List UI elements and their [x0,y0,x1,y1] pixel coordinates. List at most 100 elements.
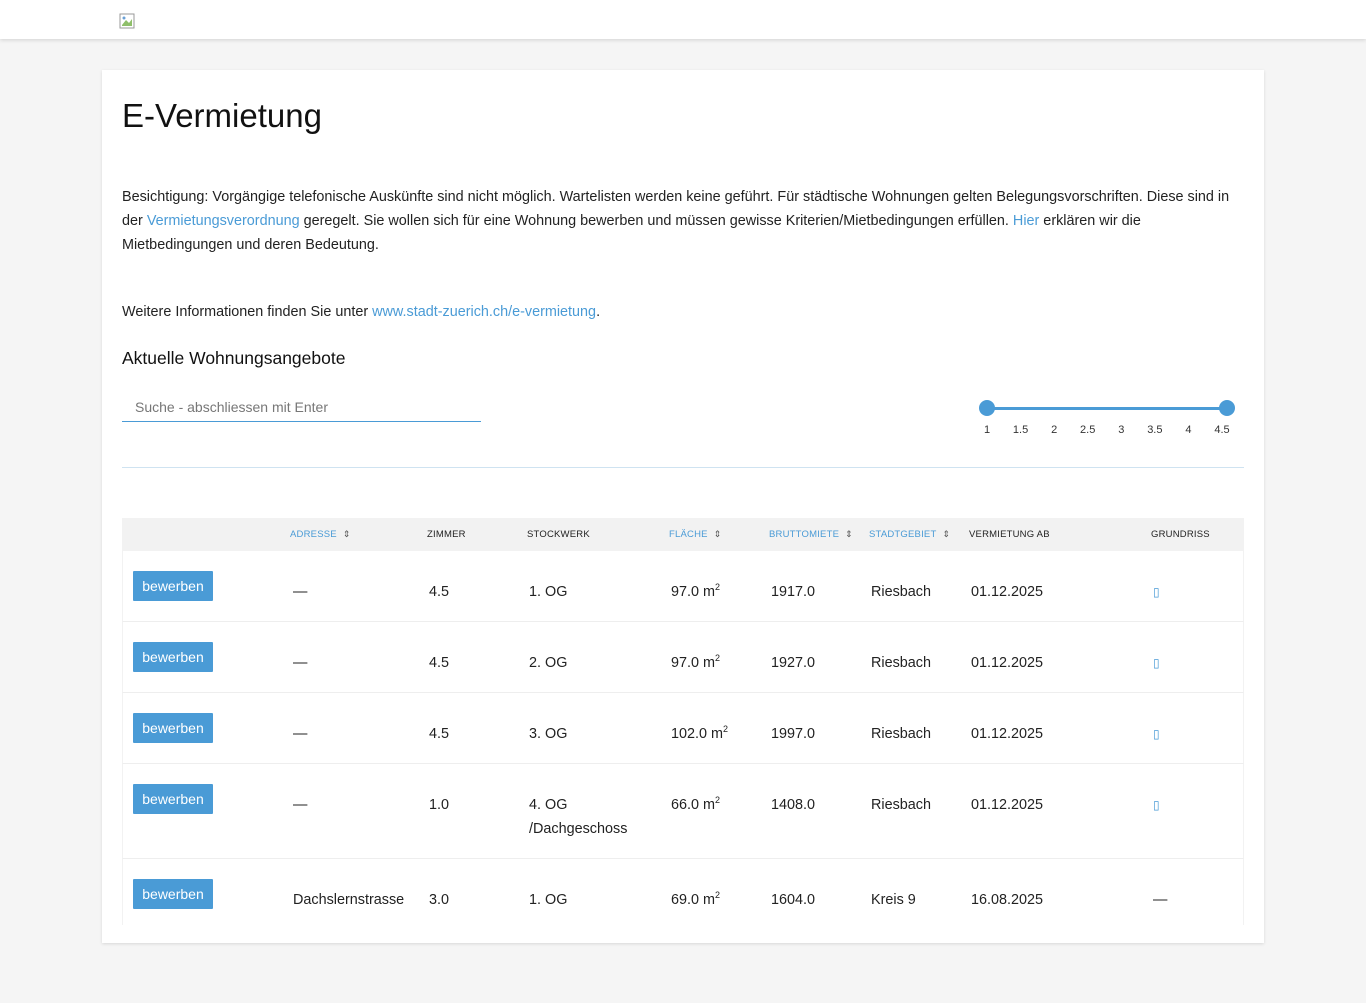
slider-tick-label: 2 [1051,424,1058,436]
cell-vermietung-ab: 16.08.2025 [971,892,1044,908]
header-label: Adresse [290,529,337,540]
e-vermietung-link[interactable]: www.stadt-zuerich.ch/e-vermietung [372,304,596,320]
column-header-vermietung-ab: Vermietung ab [969,529,1050,540]
area-unit: m [703,892,716,908]
bewerben-button[interactable]: bewerben [133,784,213,814]
cell-stockwerk: 1. OG [529,584,568,600]
floorplan-icon[interactable]: ▯ [1153,722,1160,746]
intro-part-2: geregelt. Sie wollen sich für eine Wohnu… [299,213,1013,229]
cell-flaeche: 97.0 m2 [671,580,720,604]
cell-zimmer: 4.5 [429,655,450,671]
cell-vermietung-ab: 01.12.2025 [971,655,1044,671]
slider-track[interactable] [987,407,1227,410]
table-row: bewerben — 4.5 3. OG 102.0 m2 1997.0 Riesbach 0… [122,693,1244,764]
cell-stockwerk: 3. OG [529,726,568,742]
area-unit-exponent: 2 [715,890,721,900]
rooms-range-slider[interactable]: 1 1.5 2 2.5 3 3.5 4 4.5 [979,400,1235,440]
header-label: Fläche [669,529,708,540]
table-row: bewerben — 4.5 1. OG 97.0 m2 1917.0 Riesbach 01… [122,551,1244,622]
slider-tick-label: 1 [983,424,991,436]
sort-icon[interactable]: ⇕ [942,529,950,539]
table-body: bewerben —4.5 1. OG 97.0 m2 1917.0 Riesbach 01… [122,551,1244,925]
cell-bruttomiete: 1997.0 [771,726,816,742]
cell-stadtgebiet: Riesbach [871,726,931,742]
slider-handle-max[interactable] [1219,400,1235,416]
cell-bruttomiete: 1917.0 [771,584,816,600]
cell-flaeche: 102.0 m2 [671,722,728,746]
search-input[interactable] [122,392,481,422]
cell-bruttomiete: 1927.0 [771,655,816,671]
cell-stadtgebiet: Riesbach [871,797,931,813]
cell-stadtgebiet: Kreis 9 [871,892,916,908]
cell-bruttomiete: 1604.0 [771,892,816,908]
vermietungsverordnung-link[interactable]: Vermietungsverordnung [147,213,300,229]
bewerben-button[interactable]: bewerben [133,642,213,672]
table-header: Adresse ⇕ Zimmer Stockwerk Fläche ⇕ Brutto… [122,518,1244,551]
column-header-grundriss: Grundriss [1151,529,1210,540]
column-header-flaeche[interactable]: Fläche ⇕ [669,529,721,540]
intro-text: Besichtigung: Vorgängige telefonische Au… [122,185,1237,257]
slider-tick-label: 1.5 [1012,424,1029,436]
cell-adresse: — [293,797,308,813]
sort-icon[interactable]: ⇕ [845,529,853,539]
cell-stadtgebiet: Riesbach [871,655,931,671]
more-info-suffix: . [596,304,601,320]
bewerben-button[interactable]: bewerben [133,879,213,909]
broken-image-icon[interactable] [119,13,135,29]
cell-stockwerk: 4. OG /Dachgeschoss [529,797,628,837]
column-header-bruttomiete[interactable]: Bruttomiete ⇕ [769,529,853,540]
page-title: E-Vermietung [122,97,322,134]
cell-adresse: — [293,726,308,742]
bewerben-button[interactable]: bewerben [133,713,213,743]
area-value: 97.0 [671,584,700,600]
column-header-stockwerk: Stockwerk [527,529,590,540]
table-row: bewerben — 1.0 4. OG /Dachgeschoss 66.0 m2 14… [122,764,1244,859]
cell-vermietung-ab: 01.12.2025 [971,584,1044,600]
cell-zimmer: 3.0 [429,892,450,908]
area-value: 66.0 [671,797,700,813]
cell-vermietung-ab: 01.12.2025 [971,797,1044,813]
cell-adresse: — [293,584,308,600]
floorplan-icon[interactable]: ▯ [1153,580,1160,604]
cell-flaeche: 69.0 m2 [671,888,720,912]
cell-flaeche: 66.0 m2 [671,793,720,817]
bewerben-button[interactable]: bewerben [133,571,213,601]
header-label: Stadtgebiet [869,529,937,540]
area-unit-exponent: 2 [715,582,721,592]
area-value: 69.0 [671,892,700,908]
main-card: E-Vermietung Besichtigung: Vorgängige te… [102,70,1264,943]
apartments-table: Adresse ⇕ Zimmer Stockwerk Fläche ⇕ Brutto… [122,518,1244,925]
cell-stockwerk: 2. OG [529,655,568,671]
area-unit-exponent: 2 [715,795,721,805]
area-unit-exponent: 2 [715,653,721,663]
area-value: 102.0 [671,726,708,742]
cell-flaeche: 97.0 m2 [671,651,720,675]
cell-zimmer: 1.0 [429,797,450,813]
sort-icon[interactable]: ⇕ [343,529,351,539]
table-row: bewerben — 4.5 2. OG 97.0 m2 1927.0 Riesbach 01… [122,622,1244,693]
area-unit: m [703,655,716,671]
more-info-text: Weitere Informationen finden Sie unter w… [122,304,600,320]
table-row: bewerben Dachslernstrasse 3.0 1. OG 69.0 m2 1… [122,859,1244,925]
slider-handle-min[interactable] [979,400,995,416]
mietbedingungen-link[interactable]: Hier [1013,213,1039,229]
slider-tick-label: 2.5 [1080,424,1096,436]
area-unit: m [703,584,716,600]
cell-vermietung-ab: 01.12.2025 [971,726,1044,742]
column-header-zimmer: Zimmer [427,529,466,540]
column-header-adresse[interactable]: Adresse ⇕ [290,529,351,540]
column-header-stadtgebiet[interactable]: Stadtgebiet ⇕ [869,529,950,540]
area-unit: m [703,797,716,813]
slider-tick-label: 4 [1185,424,1192,436]
top-bar [0,0,1366,39]
area-value: 97.0 [671,655,700,671]
cell-zimmer: 4.5 [429,584,450,600]
sort-icon[interactable]: ⇕ [714,529,722,539]
floorplan-icon[interactable]: ▯ [1153,651,1160,675]
divider [122,467,1244,468]
header-label: Bruttomiete [769,529,840,540]
floorplan-icon[interactable]: ▯ [1153,793,1160,817]
cell-adresse: — [293,655,308,671]
cell-stadtgebiet: Riesbach [871,584,931,600]
more-info-prefix: Weitere Informationen finden Sie unter [122,304,373,320]
